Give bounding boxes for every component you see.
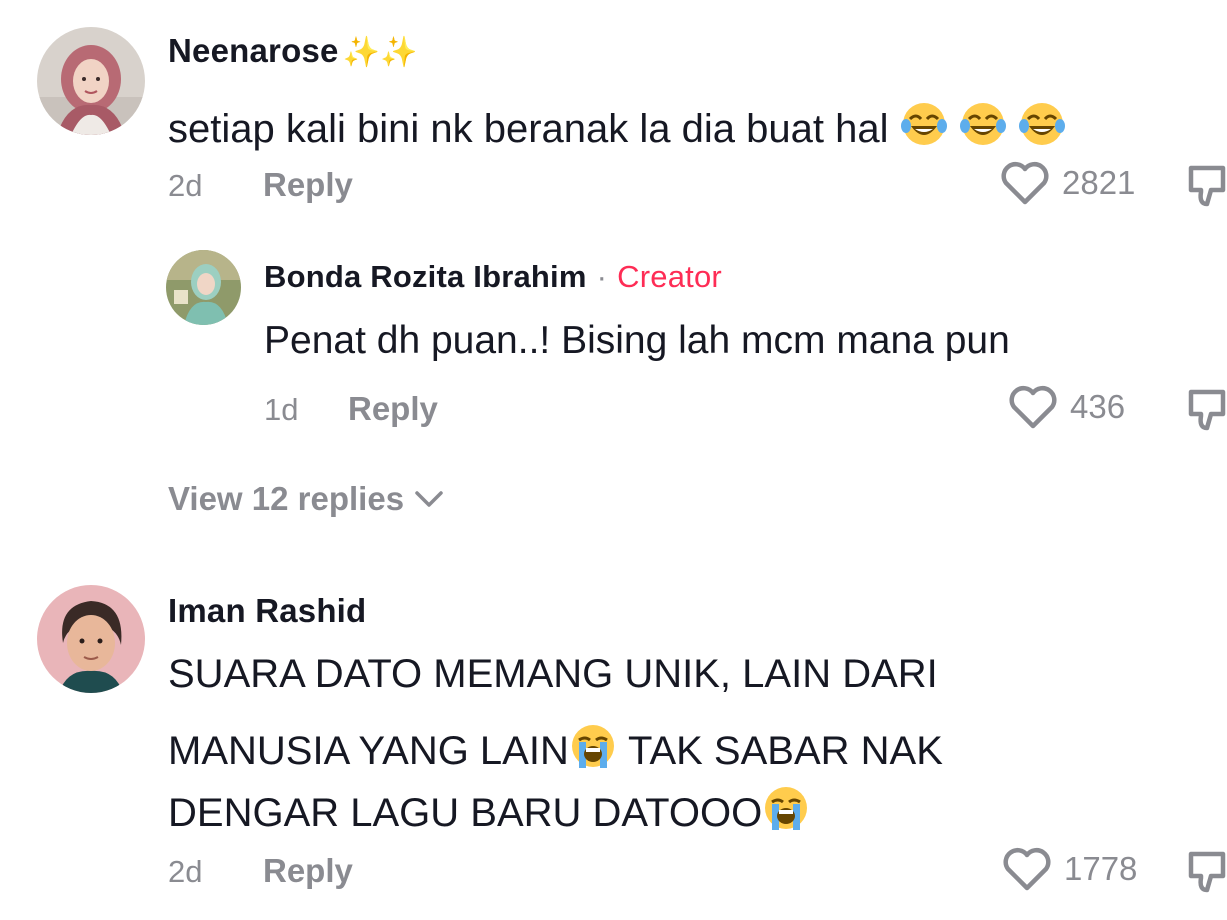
- sparkles-icon: ✨✨: [342, 36, 418, 69]
- reply-button[interactable]: Reply: [348, 390, 438, 428]
- comment-username[interactable]: Iman Rashid: [168, 592, 366, 630]
- like-group: 2821: [1000, 160, 1135, 206]
- comment-time: 2d: [168, 854, 203, 889]
- creator-badge: Creator: [617, 259, 722, 294]
- like-group: 1778: [1002, 846, 1137, 892]
- reply-username[interactable]: Bonda Rozita Ibrahim · Creator: [264, 259, 722, 295]
- reply-button[interactable]: Reply: [263, 166, 353, 204]
- comment-time: 2d: [168, 168, 203, 203]
- avatar-neenarose[interactable]: [37, 27, 145, 135]
- comment-text-line-3: DENGAR LAGU BARU DATOOO: [168, 784, 810, 833]
- like-count: 436: [1070, 388, 1126, 425]
- reply-time: 1d: [264, 392, 299, 427]
- heart-outline-icon[interactable]: [1000, 160, 1050, 206]
- view-label: View: [168, 480, 243, 517]
- loudly-crying-face-emoji: [765, 787, 808, 830]
- dislike-icon[interactable]: [1187, 848, 1227, 894]
- comment-body: DENGAR LAGU BARU DATOOO: [168, 791, 763, 835]
- like-group: 436: [1008, 384, 1125, 430]
- reply-text: Penat dh puan..! Bising lah mcm mana pun: [264, 319, 1010, 362]
- separator-dot: ·: [596, 259, 608, 294]
- chevron-down-icon: [415, 491, 443, 507]
- dislike-icon[interactable]: [1187, 386, 1227, 432]
- username-text[interactable]: Neenarose: [168, 32, 339, 69]
- heart-outline-icon[interactable]: [1002, 846, 1052, 892]
- comment-text-line-2: MANUSIA YANG LAIN TAK SABAR NAK: [168, 722, 943, 771]
- like-count: 1778: [1064, 850, 1138, 887]
- like-count: 2821: [1062, 164, 1136, 201]
- comment-username[interactable]: Neenarose ✨✨: [168, 32, 418, 70]
- username-text[interactable]: Bonda Rozita Ibrahim: [264, 259, 587, 294]
- loudly-crying-face-emoji: [571, 725, 614, 768]
- heart-outline-icon[interactable]: [1008, 384, 1058, 430]
- reply-button[interactable]: Reply: [263, 852, 353, 890]
- replies-count: 12 replies: [251, 480, 405, 517]
- comment-body: MANUSIA YANG LAIN: [168, 729, 569, 773]
- view-replies-button[interactable]: View 12 replies: [168, 480, 444, 518]
- comment-body: setiap kali bini nk beranak la dia buat …: [168, 107, 889, 151]
- comment-body: TAK SABAR NAK: [627, 729, 943, 773]
- avatar-iman-rashid[interactable]: [37, 585, 145, 693]
- comment-text-line-1: SUARA DATO MEMANG UNIK, LAIN DARI: [168, 652, 938, 696]
- face-with-tears-of-joy-emoji: [888, 103, 1065, 151]
- avatar-bonda-rozita[interactable]: [166, 250, 241, 325]
- comment-text: setiap kali bini nk beranak la dia buat …: [168, 100, 1066, 149]
- dislike-icon[interactable]: [1187, 162, 1227, 208]
